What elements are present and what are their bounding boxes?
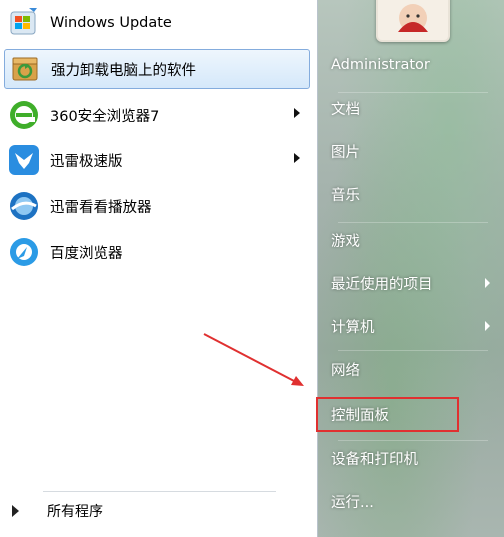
places-item-run[interactable]: 运行...	[328, 487, 496, 515]
places-item-computer[interactable]: 计算机	[328, 312, 496, 340]
user-picture-icon	[398, 4, 428, 32]
xunlei-player-icon	[4, 186, 44, 226]
places-item-documents[interactable]: 文档	[328, 94, 496, 122]
separator	[43, 491, 276, 492]
program-xunlei-player[interactable]: 迅雷看看播放器	[4, 186, 310, 226]
background-decoration	[338, 350, 488, 351]
places-item-label: 控制面板	[331, 407, 389, 424]
start-menu-places-panel: Administrator 文档 图片 音乐 游戏 最近使用的项目 计算机 网络…	[318, 0, 504, 537]
places-item-label: 最近使用的项目	[331, 276, 433, 293]
background-decoration	[338, 222, 488, 223]
all-programs-button[interactable]: 所有程序	[8, 498, 298, 524]
program-label: 360安全浏览器7	[50, 108, 160, 125]
places-item-recent[interactable]: 最近使用的项目	[328, 269, 496, 297]
program-label: 迅雷极速版	[50, 153, 123, 170]
background-decoration	[338, 440, 488, 441]
places-item-label: 运行...	[331, 494, 374, 511]
places-item-devices-printers[interactable]: 设备和打印机	[328, 444, 496, 472]
places-item-label: 音乐	[331, 187, 360, 204]
places-item-games[interactable]: 游戏	[328, 226, 496, 254]
places-item-label: 网络	[331, 362, 360, 379]
places-item-control-panel[interactable]: 控制面板	[328, 400, 496, 428]
places-item-music[interactable]: 音乐	[328, 180, 496, 208]
submenu-arrow-icon	[485, 278, 490, 288]
places-item-label: 图片	[331, 144, 360, 161]
program-label: Windows Update	[50, 15, 172, 31]
places-item-label: 游戏	[331, 233, 360, 250]
all-programs-label: 所有程序	[47, 504, 103, 520]
program-label: 强力卸载电脑上的软件	[51, 62, 196, 79]
submenu-arrow-icon	[294, 108, 300, 118]
places-item-administrator[interactable]: Administrator	[328, 51, 496, 79]
background-decoration	[338, 92, 488, 93]
program-thunder[interactable]: 迅雷极速版	[4, 140, 310, 180]
program-label: 迅雷看看播放器	[50, 199, 152, 216]
program-baidu-browser[interactable]: 百度浏览器	[4, 232, 310, 272]
places-item-label: 设备和打印机	[331, 451, 418, 468]
places-item-network[interactable]: 网络	[328, 355, 496, 383]
program-360-browser[interactable]: 360安全浏览器7	[4, 95, 310, 135]
expand-arrow-icon	[12, 505, 19, 517]
places-item-label: Administrator	[331, 57, 430, 73]
program-uninstaller[interactable]: 强力卸载电脑上的软件	[4, 49, 310, 89]
baidu-browser-icon	[4, 232, 44, 272]
program-label: 百度浏览器	[50, 245, 123, 262]
uninstaller-icon	[5, 49, 45, 89]
start-menu-programs-panel: Windows Update 强力卸载电脑上的软件 360安全浏览器7 迅雷极速…	[0, 0, 318, 537]
windows-update-icon	[4, 3, 44, 43]
submenu-arrow-icon	[294, 153, 300, 163]
places-item-pictures[interactable]: 图片	[328, 137, 496, 165]
360-browser-icon	[4, 95, 44, 135]
submenu-arrow-icon	[485, 321, 490, 331]
thunder-icon	[4, 140, 44, 180]
user-avatar[interactable]	[376, 0, 450, 42]
places-item-label: 计算机	[331, 319, 375, 336]
places-item-label: 文档	[331, 101, 360, 118]
program-windows-update[interactable]: Windows Update	[4, 3, 310, 43]
